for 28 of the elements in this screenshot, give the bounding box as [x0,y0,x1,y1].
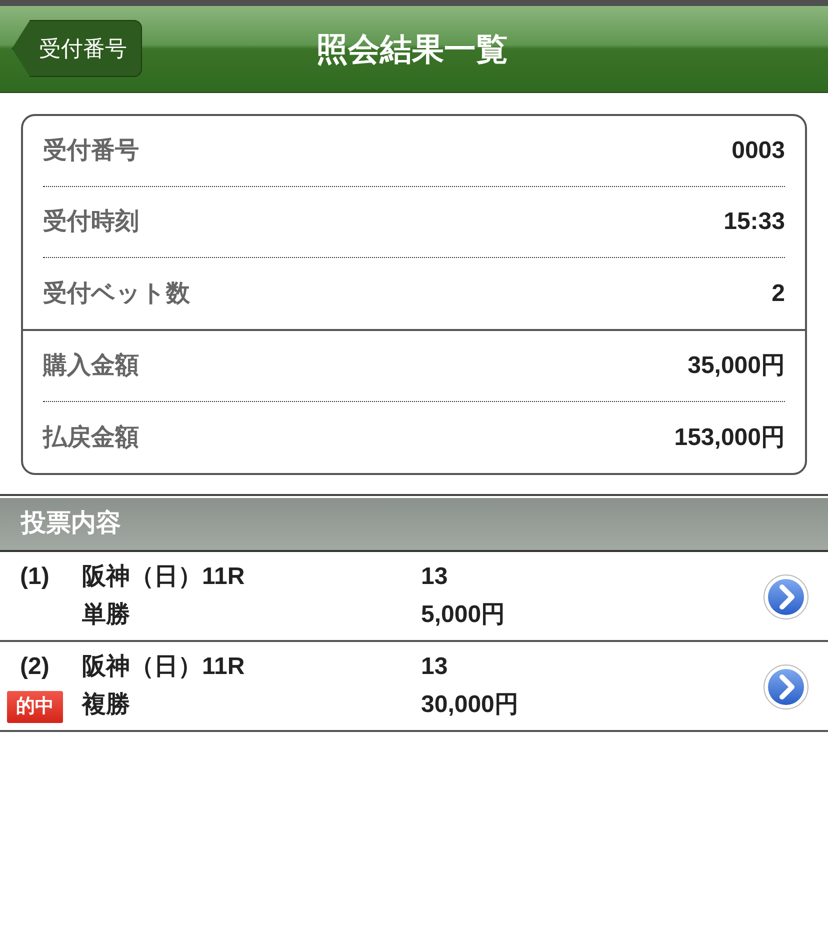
bet-row[interactable]: (1) 阪神（日）11R 13 単勝 5,000円 [0,552,828,642]
field-label: 受付番号 [43,136,139,166]
hit-badge: 的中 [7,691,63,723]
field-value: 2 [772,278,785,308]
back-button[interactable]: 受付番号 [12,20,142,77]
bet-number: (1) [19,562,50,592]
bet-amount: 5,000円 [421,600,506,630]
field-value: 15:33 [724,207,785,237]
bet-amount: 30,000円 [421,690,520,720]
selection-number: 13 [421,652,449,682]
bet-type: 複勝 [82,690,131,720]
bet-type: 単勝 [82,600,131,630]
field-value: 0003 [732,136,785,166]
screen-title: 照会結果一覧 [316,30,508,69]
section-title: 投票内容 [21,508,121,540]
selection-number: 13 [421,562,449,592]
field-label: 払戻金額 [43,422,139,452]
field-label: 受付ベット数 [43,278,190,308]
field-label: 受付時刻 [43,207,139,237]
field-value: 35,000円 [688,351,785,381]
chevron-right-icon[interactable] [763,664,809,710]
field-label: 購入金額 [43,351,139,381]
field-value: 153,000円 [674,422,785,452]
race-name: 阪神（日）11R [82,562,246,592]
race-name: 阪神（日）11R [82,652,246,682]
bet-row[interactable]: (2) 阪神（日）11R 13 的中 複勝 30,000円 [0,642,828,732]
bet-number: (2) [19,652,50,682]
chevron-right-icon[interactable] [763,574,809,620]
